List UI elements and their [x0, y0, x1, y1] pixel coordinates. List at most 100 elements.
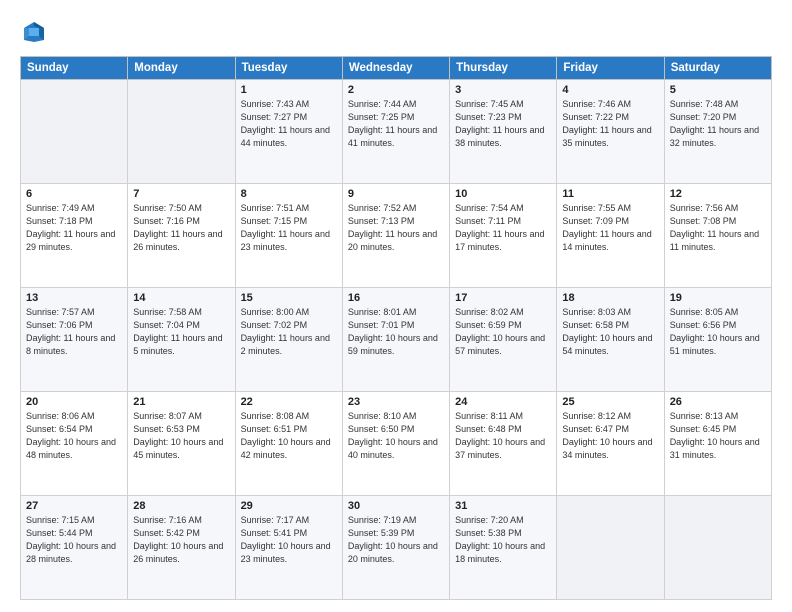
- col-thursday: Thursday: [450, 57, 557, 80]
- day-number: 8: [241, 188, 337, 200]
- cell-4-5: 24 Sunrise: 8:11 AMSunset: 6:48 PMDayligh…: [450, 392, 557, 496]
- day-info: Sunrise: 7:19 AMSunset: 5:39 PMDaylight:…: [348, 514, 444, 566]
- cell-1-1: [21, 80, 128, 184]
- day-info: Sunrise: 7:46 AMSunset: 7:22 PMDaylight:…: [562, 98, 658, 150]
- day-info: Sunrise: 7:58 AMSunset: 7:04 PMDaylight:…: [133, 306, 229, 358]
- cell-3-1: 13 Sunrise: 7:57 AMSunset: 7:06 PMDayligh…: [21, 288, 128, 392]
- day-info: Sunrise: 7:15 AMSunset: 5:44 PMDaylight:…: [26, 514, 122, 566]
- day-number: 18: [562, 292, 658, 304]
- day-info: Sunrise: 7:56 AMSunset: 7:08 PMDaylight:…: [670, 202, 766, 254]
- day-number: 20: [26, 396, 122, 408]
- day-number: 5: [670, 84, 766, 96]
- cell-1-4: 2 Sunrise: 7:44 AMSunset: 7:25 PMDaylight…: [342, 80, 449, 184]
- cell-2-1: 6 Sunrise: 7:49 AMSunset: 7:18 PMDaylight…: [21, 184, 128, 288]
- day-number: 4: [562, 84, 658, 96]
- week-row-4: 20 Sunrise: 8:06 AMSunset: 6:54 PMDayligh…: [21, 392, 772, 496]
- col-wednesday: Wednesday: [342, 57, 449, 80]
- day-number: 25: [562, 396, 658, 408]
- day-number: 24: [455, 396, 551, 408]
- cell-1-6: 4 Sunrise: 7:46 AMSunset: 7:22 PMDaylight…: [557, 80, 664, 184]
- day-info: Sunrise: 8:08 AMSunset: 6:51 PMDaylight:…: [241, 410, 337, 462]
- logo: [20, 18, 52, 46]
- cell-5-3: 29Sunrise: 7:17 AMSunset: 5:41 PMDayligh…: [235, 496, 342, 600]
- week-row-5: 27 Sunrise: 7:15 AMSunset: 5:44 PMDayligh…: [21, 496, 772, 600]
- day-info: Sunrise: 7:54 AMSunset: 7:11 PMDaylight:…: [455, 202, 551, 254]
- day-number: 10: [455, 188, 551, 200]
- cell-5-4: 30 Sunrise: 7:19 AMSunset: 5:39 PMDayligh…: [342, 496, 449, 600]
- day-number: 30: [348, 500, 444, 512]
- calendar-body: 1 Sunrise: 7:43 AMSunset: 7:27 PMDaylight…: [21, 80, 772, 600]
- col-tuesday: Tuesday: [235, 57, 342, 80]
- cell-5-6: [557, 496, 664, 600]
- cell-2-3: 8 Sunrise: 7:51 AMSunset: 7:15 PMDaylight…: [235, 184, 342, 288]
- day-number: 31: [455, 500, 551, 512]
- header-row: Sunday Monday Tuesday Wednesday Thursday…: [21, 57, 772, 80]
- day-info: Sunrise: 8:06 AMSunset: 6:54 PMDaylight:…: [26, 410, 122, 462]
- day-number: 12: [670, 188, 766, 200]
- cell-1-7: 5Sunrise: 7:48 AMSunset: 7:20 PMDaylight…: [664, 80, 771, 184]
- day-number: 2: [348, 84, 444, 96]
- day-number: 21: [133, 396, 229, 408]
- cell-2-5: 10 Sunrise: 7:54 AMSunset: 7:11 PMDayligh…: [450, 184, 557, 288]
- day-number: 13: [26, 292, 122, 304]
- cell-4-6: 25 Sunrise: 8:12 AMSunset: 6:47 PMDayligh…: [557, 392, 664, 496]
- day-number: 17: [455, 292, 551, 304]
- day-info: Sunrise: 8:12 AMSunset: 6:47 PMDaylight:…: [562, 410, 658, 462]
- week-row-3: 13 Sunrise: 7:57 AMSunset: 7:06 PMDayligh…: [21, 288, 772, 392]
- cell-3-6: 18 Sunrise: 8:03 AMSunset: 6:58 PMDayligh…: [557, 288, 664, 392]
- cell-1-3: 1 Sunrise: 7:43 AMSunset: 7:27 PMDaylight…: [235, 80, 342, 184]
- day-info: Sunrise: 7:51 AMSunset: 7:15 PMDaylight:…: [241, 202, 337, 254]
- day-info: Sunrise: 7:43 AMSunset: 7:27 PMDaylight:…: [241, 98, 337, 150]
- cell-2-4: 9Sunrise: 7:52 AMSunset: 7:13 PMDaylight…: [342, 184, 449, 288]
- day-info: Sunrise: 8:03 AMSunset: 6:58 PMDaylight:…: [562, 306, 658, 358]
- day-info: Sunrise: 7:45 AMSunset: 7:23 PMDaylight:…: [455, 98, 551, 150]
- day-info: Sunrise: 8:11 AMSunset: 6:48 PMDaylight:…: [455, 410, 551, 462]
- day-number: 19: [670, 292, 766, 304]
- day-number: 3: [455, 84, 551, 96]
- day-info: Sunrise: 8:00 AMSunset: 7:02 PMDaylight:…: [241, 306, 337, 358]
- cell-3-7: 19 Sunrise: 8:05 AMSunset: 6:56 PMDayligh…: [664, 288, 771, 392]
- day-number: 1: [241, 84, 337, 96]
- page: Sunday Monday Tuesday Wednesday Thursday…: [0, 0, 792, 612]
- day-info: Sunrise: 7:16 AMSunset: 5:42 PMDaylight:…: [133, 514, 229, 566]
- day-number: 16: [348, 292, 444, 304]
- day-info: Sunrise: 7:44 AMSunset: 7:25 PMDaylight:…: [348, 98, 444, 150]
- day-info: Sunrise: 7:17 AMSunset: 5:41 PMDaylight:…: [241, 514, 337, 566]
- day-info: Sunrise: 8:01 AMSunset: 7:01 PMDaylight:…: [348, 306, 444, 358]
- day-number: 6: [26, 188, 122, 200]
- day-info: Sunrise: 8:13 AMSunset: 6:45 PMDaylight:…: [670, 410, 766, 462]
- cell-5-2: 28 Sunrise: 7:16 AMSunset: 5:42 PMDayligh…: [128, 496, 235, 600]
- cell-3-2: 14 Sunrise: 7:58 AMSunset: 7:04 PMDayligh…: [128, 288, 235, 392]
- cell-4-3: 22 Sunrise: 8:08 AMSunset: 6:51 PMDayligh…: [235, 392, 342, 496]
- day-number: 28: [133, 500, 229, 512]
- day-info: Sunrise: 7:20 AMSunset: 5:38 PMDaylight:…: [455, 514, 551, 566]
- day-info: Sunrise: 7:50 AMSunset: 7:16 PMDaylight:…: [133, 202, 229, 254]
- day-info: Sunrise: 8:07 AMSunset: 6:53 PMDaylight:…: [133, 410, 229, 462]
- day-number: 11: [562, 188, 658, 200]
- header: [20, 18, 772, 46]
- day-info: Sunrise: 7:52 AMSunset: 7:13 PMDaylight:…: [348, 202, 444, 254]
- day-info: Sunrise: 7:57 AMSunset: 7:06 PMDaylight:…: [26, 306, 122, 358]
- day-number: 22: [241, 396, 337, 408]
- col-saturday: Saturday: [664, 57, 771, 80]
- day-info: Sunrise: 7:49 AMSunset: 7:18 PMDaylight:…: [26, 202, 122, 254]
- day-number: 7: [133, 188, 229, 200]
- logo-icon: [20, 18, 48, 46]
- day-number: 27: [26, 500, 122, 512]
- week-row-1: 1 Sunrise: 7:43 AMSunset: 7:27 PMDaylight…: [21, 80, 772, 184]
- col-sunday: Sunday: [21, 57, 128, 80]
- cell-5-1: 27 Sunrise: 7:15 AMSunset: 5:44 PMDayligh…: [21, 496, 128, 600]
- cell-5-7: [664, 496, 771, 600]
- cell-4-7: 26Sunrise: 8:13 AMSunset: 6:45 PMDayligh…: [664, 392, 771, 496]
- cell-2-2: 7 Sunrise: 7:50 AMSunset: 7:16 PMDaylight…: [128, 184, 235, 288]
- cell-1-5: 3 Sunrise: 7:45 AMSunset: 7:23 PMDaylight…: [450, 80, 557, 184]
- col-friday: Friday: [557, 57, 664, 80]
- cell-4-4: 23Sunrise: 8:10 AMSunset: 6:50 PMDayligh…: [342, 392, 449, 496]
- day-info: Sunrise: 8:05 AMSunset: 6:56 PMDaylight:…: [670, 306, 766, 358]
- week-row-2: 6 Sunrise: 7:49 AMSunset: 7:18 PMDaylight…: [21, 184, 772, 288]
- day-info: Sunrise: 7:55 AMSunset: 7:09 PMDaylight:…: [562, 202, 658, 254]
- cell-3-4: 16 Sunrise: 8:01 AMSunset: 7:01 PMDayligh…: [342, 288, 449, 392]
- day-number: 14: [133, 292, 229, 304]
- cell-3-5: 17Sunrise: 8:02 AMSunset: 6:59 PMDayligh…: [450, 288, 557, 392]
- day-number: 23: [348, 396, 444, 408]
